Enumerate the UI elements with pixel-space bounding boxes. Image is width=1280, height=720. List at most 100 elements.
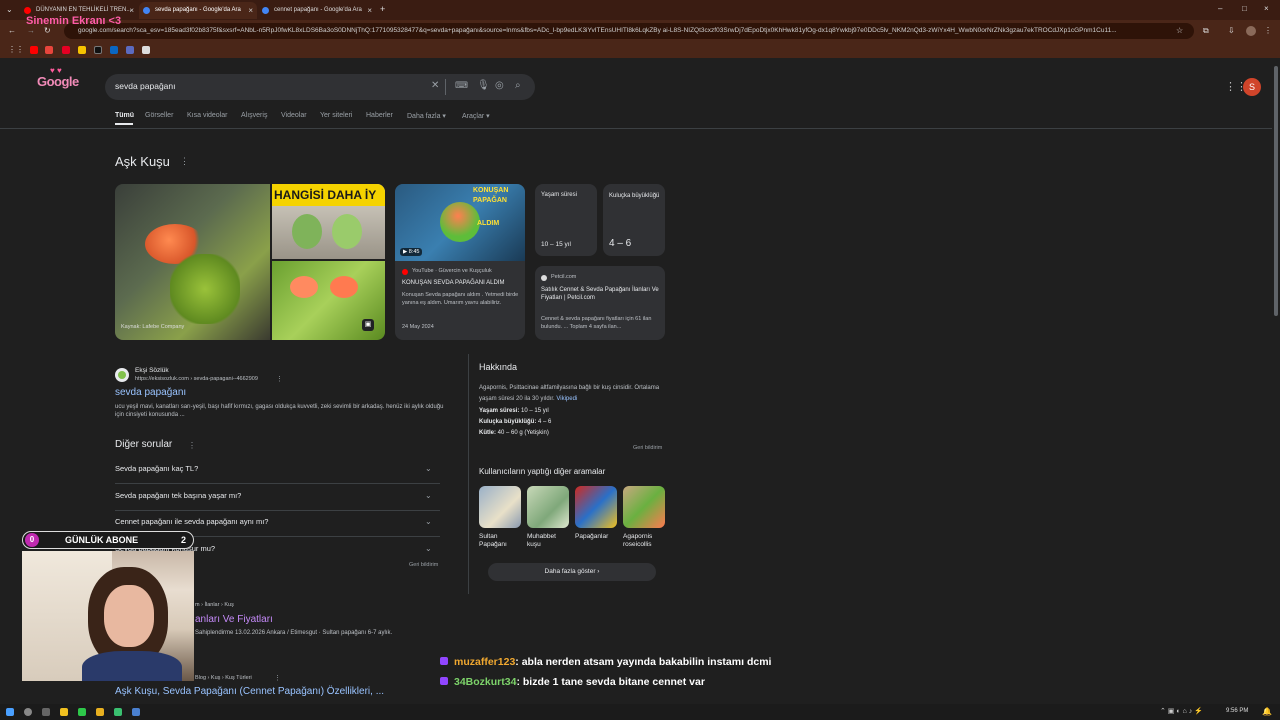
bookmark-tiktok-icon[interactable] — [94, 46, 102, 54]
tab-short-videos[interactable]: Kısa videolar — [187, 112, 227, 119]
bookmark-app-icon[interactable] — [126, 46, 134, 54]
account-avatar[interactable]: S — [1243, 78, 1261, 96]
tab-news[interactable]: Haberler — [366, 112, 393, 119]
close-tab-icon[interactable]: × — [129, 2, 134, 19]
related-label[interactable]: Muhabbet kuşu — [527, 533, 556, 549]
video-card[interactable]: KONUŞAN PAPAĞAN ALDIM ▶ 8:45 YouTube · G… — [395, 184, 525, 340]
panel-divider — [468, 354, 469, 594]
related-label[interactable]: Agapornis roseicollis — [623, 533, 652, 549]
result-title-link[interactable]: sevda papağanı — [115, 387, 186, 398]
search-box[interactable]: sevda papağanı ✕ ⌨ 🎙 ◎ ⌕ — [105, 74, 535, 100]
clutch-card[interactable]: Kuluçka büyüklüğü 4 – 6 — [603, 184, 665, 256]
chevron-down-icon[interactable]: ⌄ — [425, 491, 432, 500]
reload-icon[interactable]: ↻ — [44, 26, 51, 35]
result-title-link[interactable]: anları Ve Fiyatları — [195, 614, 273, 625]
chevron-down-icon[interactable]: ⌄ — [425, 517, 432, 526]
gallery-icon[interactable]: ▣ — [362, 319, 374, 331]
wikipedia-link[interactable]: Vikipedi — [556, 396, 577, 402]
tab-tools[interactable]: Araçlar ▾ — [462, 112, 490, 120]
chevron-down-icon[interactable]: ⌄ — [425, 464, 432, 473]
tab-3[interactable]: cennet papağanı - Google'da Ara × — [258, 2, 376, 19]
clock[interactable]: 9:56 PM — [1226, 708, 1248, 714]
more-options-icon[interactable]: ⋮ — [188, 441, 196, 450]
chrome-icon[interactable] — [96, 708, 104, 716]
result-title-link[interactable]: Aşk Kuşu, Sevda Papağanı (Cennet Papağan… — [115, 686, 384, 697]
chevron-down-icon[interactable]: ⌄ — [425, 544, 432, 553]
apps-icon[interactable]: ⋮⋮ — [8, 45, 24, 54]
bookmark-linkedin-icon[interactable] — [110, 46, 118, 54]
more-options-icon[interactable]: ⋮ — [274, 674, 281, 682]
whatsapp-icon[interactable] — [78, 708, 86, 716]
bookmark-pinterest-icon[interactable] — [62, 46, 70, 54]
related-label[interactable]: Sultan Papağanı — [479, 533, 507, 549]
related-label[interactable]: Papağanlar — [575, 533, 608, 541]
tab-shopping[interactable]: Alışveriş — [241, 112, 267, 119]
url-field[interactable]: google.com/search?sca_esv=185ead3f02b837… — [64, 23, 1194, 39]
google-doodle-logo[interactable]: Google — [37, 74, 79, 89]
minimize-icon[interactable]: – — [1218, 4, 1222, 13]
start-icon[interactable] — [6, 708, 14, 716]
lifespan-card[interactable]: Yaşam süresi 10 – 15 yıl — [535, 184, 597, 256]
forward-icon[interactable]: → — [27, 26, 35, 35]
bookmark-star-icon[interactable]: ☆ — [1176, 26, 1183, 35]
clear-icon[interactable]: ✕ — [431, 80, 439, 91]
tab-all[interactable]: Tümü — [115, 112, 134, 119]
related-title: Kullanıcıların yaptığı diğer aramalar — [479, 467, 606, 476]
task-view-icon[interactable] — [42, 708, 50, 716]
lovebirds-image[interactable]: ▣ — [272, 261, 385, 340]
main-bird-image[interactable]: Kaynak: Lafebe Company — [115, 184, 270, 340]
site-favicon — [115, 368, 129, 382]
paa-question-2[interactable]: Sevda papağanı tek başına yaşar mı? — [115, 491, 241, 500]
bookmark-folder-icon[interactable] — [78, 46, 86, 54]
search-icon[interactable] — [24, 708, 32, 716]
bookmark-youtube-icon[interactable] — [30, 46, 38, 54]
app-icon[interactable] — [114, 708, 122, 716]
thumb-text: PAPAĞAN — [473, 197, 507, 204]
downloads-icon[interactable]: ⇩ — [1228, 26, 1235, 35]
notifications-icon[interactable]: 🔔 — [1262, 707, 1272, 716]
new-tab-icon[interactable]: + — [380, 4, 385, 14]
bookmark-star-icon[interactable] — [142, 46, 150, 54]
tab-search-icon[interactable]: ⌄ — [6, 5, 13, 14]
more-options-icon[interactable]: ⋮ — [276, 375, 283, 383]
profile-avatar[interactable] — [1246, 26, 1256, 36]
tray-icons[interactable]: ⌃ ▣ ◐ ⌂ ♪ ⚡ — [1160, 707, 1203, 715]
show-more-button[interactable]: Daha fazla göster › — [488, 563, 656, 581]
petcil-card[interactable]: Petcil.com Satılık Cennet & Sevda Papağa… — [535, 266, 665, 340]
feedback-link[interactable]: Geri bildirim — [633, 445, 662, 451]
maximize-icon[interactable]: □ — [1242, 4, 1247, 13]
scrollbar-thumb[interactable] — [1274, 66, 1278, 316]
more-options-icon[interactable]: ⋮ — [180, 156, 189, 167]
app-icon[interactable] — [132, 708, 140, 716]
page-scrollbar[interactable] — [1272, 58, 1280, 704]
related-thumb-sultan[interactable] — [479, 486, 521, 528]
paa-question-3[interactable]: Cennet papağanı ile sevda papağanı aynı … — [115, 517, 268, 526]
close-window-icon[interactable]: × — [1264, 4, 1269, 13]
related-thumb-muhabbet[interactable] — [527, 486, 569, 528]
comparison-image[interactable]: HANGİSİ DAHA İY — [272, 184, 385, 259]
feedback-link[interactable]: Geri bildirim — [409, 562, 438, 568]
close-tab-icon[interactable]: × — [367, 2, 372, 19]
tab-images[interactable]: Görseller — [145, 112, 173, 119]
extensions-icon[interactable]: ⧉ — [1203, 26, 1209, 36]
bookmark-reddit-icon[interactable] — [45, 46, 53, 54]
file-explorer-icon[interactable] — [60, 708, 68, 716]
lens-icon[interactable]: ◎ — [495, 80, 504, 91]
chat-badge-icon — [440, 657, 448, 665]
paa-question-1[interactable]: Sevda papağanı kaç TL? — [115, 464, 198, 473]
related-thumb-agapornis[interactable] — [623, 486, 665, 528]
tab-websites[interactable]: Yer siteleri — [320, 112, 352, 119]
back-icon[interactable]: ← — [8, 26, 16, 35]
related-label-line: Muhabbet — [527, 533, 556, 540]
result-url[interactable]: https://eksisozluk.com › sevda-papagani-… — [135, 376, 258, 382]
tab-2[interactable]: sevda papağanı - Google'da Ara × — [139, 2, 257, 19]
search-icon[interactable]: ⌕ — [515, 80, 521, 91]
menu-icon[interactable]: ⋮ — [1264, 26, 1272, 35]
close-tab-icon[interactable]: × — [248, 2, 253, 19]
keyboard-icon[interactable]: ⌨ — [455, 80, 468, 91]
microphone-icon[interactable]: 🎙 — [477, 80, 490, 91]
search-input[interactable]: sevda papağanı — [115, 81, 176, 91]
tab-more[interactable]: Daha fazla ▾ — [407, 112, 446, 120]
tab-videos[interactable]: Videolar — [281, 112, 307, 119]
related-thumb-papaganlar[interactable] — [575, 486, 617, 528]
